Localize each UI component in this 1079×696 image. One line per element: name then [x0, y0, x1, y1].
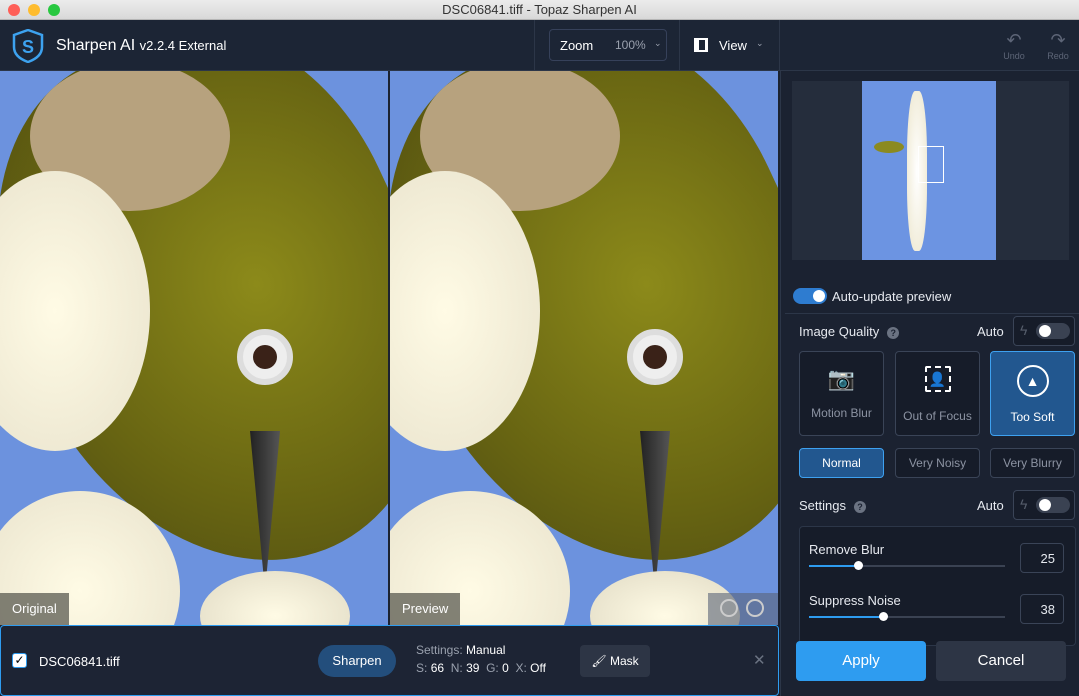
view-layout-icon [694, 38, 708, 52]
slider-handle[interactable] [854, 561, 863, 570]
redo-icon: ↷ [1050, 30, 1066, 50]
title-bar: DSC06841.tiff - Topaz Sharpen AI [0, 0, 1079, 20]
camera-shake-icon: 📷 [827, 366, 856, 391]
navigator[interactable] [792, 81, 1069, 260]
file-bar: ✓ DSC06841.tiff Sharpen Settings: Manual… [0, 625, 779, 696]
auto-label: Auto [977, 324, 1004, 339]
undo-button[interactable]: ↶ Undo [999, 30, 1029, 61]
suppress-noise-label: Suppress Noise [809, 593, 901, 608]
auto-update-toggle[interactable] [793, 288, 827, 304]
view-select[interactable]: View [719, 38, 747, 53]
remove-blur-slider[interactable] [809, 561, 1005, 570]
suppress-noise-slider[interactable] [809, 612, 1005, 621]
level-normal[interactable]: Normal [799, 448, 884, 478]
sharpen-mode-button[interactable]: Sharpen [318, 645, 396, 677]
apply-button[interactable]: Apply [796, 641, 926, 681]
mode-out-of-focus[interactable]: 👤 Out of Focus [895, 351, 980, 436]
settings-panel: Auto-update preview Image Quality? Auto … [780, 71, 1079, 696]
zoom-label: Zoom [560, 38, 594, 53]
sharpen-logo-icon: S [12, 29, 44, 63]
file-checkbox[interactable]: ✓ [12, 653, 27, 668]
focus-person-icon: 👤 [924, 366, 951, 392]
mode-too-soft[interactable]: ▲ Too Soft [990, 351, 1075, 436]
preview-image[interactable]: Preview [390, 71, 778, 625]
app-version: v2.2.4 External [139, 38, 227, 53]
level-very-noisy[interactable]: Very Noisy [895, 448, 980, 478]
mask-button[interactable]: 🖌 Mask [580, 645, 650, 677]
lightning-icon: ϟ [1020, 322, 1028, 338]
image-quality-heading: Image Quality? [799, 324, 900, 339]
zoom-select[interactable]: Zoom 100% ⌄ [549, 29, 667, 61]
chevron-down-icon: ⌄ [654, 38, 662, 48]
mode-motion-blur[interactable]: 📷 Motion Blur [799, 351, 884, 436]
settings-summary: Settings: Manual [416, 643, 506, 657]
settings-values: S: 66 N: 39 G: 0 X: Off [416, 661, 546, 675]
maximize-window-button[interactable] [48, 4, 60, 16]
redo-button[interactable]: ↷ Redo [1043, 30, 1073, 61]
sliders-box: Remove Blur 25 Suppress Noise 38 [799, 526, 1076, 646]
remove-blur-value[interactable]: 25 [1020, 543, 1064, 573]
help-icon[interactable]: ? [853, 501, 866, 513]
original-image[interactable]: Original [0, 71, 388, 625]
settings-heading: Settings? [799, 498, 866, 513]
original-label: Original [0, 593, 69, 625]
file-name: DSC06841.tiff [39, 654, 120, 669]
suppress-noise-value[interactable]: 38 [1020, 594, 1064, 624]
preview-label: Preview [390, 593, 461, 625]
settings-auto-toggle[interactable]: ϟ [1013, 490, 1075, 520]
image-quality-auto-toggle[interactable]: ϟ [1013, 316, 1075, 346]
auto-update-label: Auto-update preview [832, 289, 952, 304]
help-icon[interactable]: ? [887, 327, 900, 339]
auto-label: Auto [977, 498, 1004, 513]
cancel-button[interactable]: Cancel [936, 641, 1066, 681]
header: S Sharpen AI v2.2.4 External Zoom 100% ⌄… [0, 20, 1079, 71]
zoom-value: 100% [615, 38, 646, 52]
brush-icon: 🖌 [591, 654, 607, 668]
window-title: DSC06841.tiff - Topaz Sharpen AI [442, 2, 637, 17]
svg-text:S: S [22, 37, 34, 57]
remove-blur-label: Remove Blur [809, 542, 885, 557]
remove-file-button[interactable]: ✕ [753, 651, 766, 669]
level-very-blurry[interactable]: Very Blurry [990, 448, 1075, 478]
undo-icon: ↶ [1006, 30, 1022, 50]
app-name: Sharpen AI v2.2.4 External [56, 37, 227, 54]
chevron-down-icon: ⌄ [756, 38, 764, 48]
minimize-window-button[interactable] [28, 4, 40, 16]
navigator-viewport[interactable] [918, 146, 944, 183]
feedback-happy-icon[interactable] [720, 599, 738, 617]
close-window-button[interactable] [8, 4, 20, 16]
lightning-icon: ϟ [1020, 496, 1028, 512]
navigator-thumbnail[interactable] [862, 81, 996, 260]
slider-handle[interactable] [879, 612, 889, 621]
feedback-neutral-icon[interactable] [746, 599, 764, 617]
pyramid-icon: ▲ [1016, 365, 1049, 397]
